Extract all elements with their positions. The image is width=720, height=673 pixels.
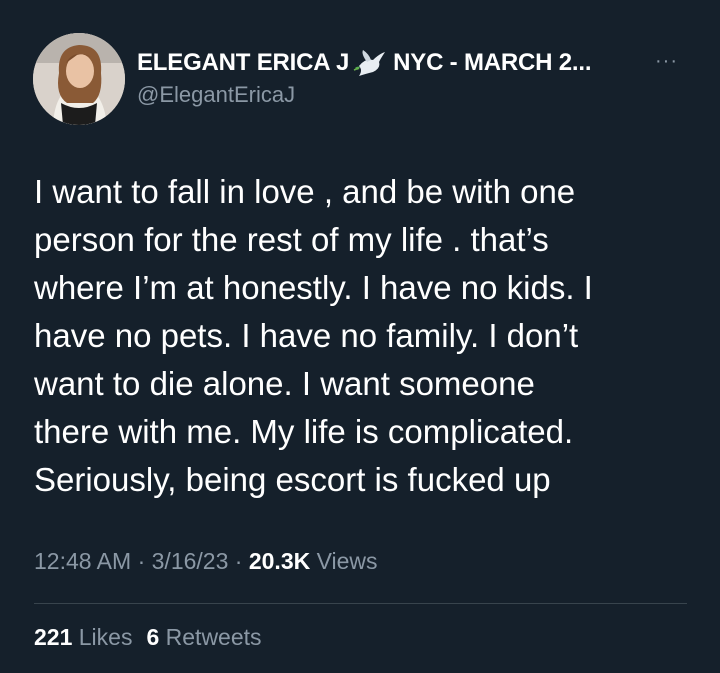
tweet-line: have no pets. I have no family. I don’t — [34, 317, 579, 354]
meta-separator: · — [228, 548, 249, 574]
tweet-line: there with me. My life is complicated. — [34, 413, 574, 450]
tweet-stats: 221 Likes 6 Retweets — [34, 624, 262, 651]
tweet-line: I want to fall in love , and be with one — [34, 173, 576, 210]
tweet-date[interactable]: 3/16/23 — [152, 548, 229, 574]
retweets-count: 6 — [146, 624, 160, 650]
likes-count: 221 — [34, 624, 73, 650]
views-label: Views — [316, 548, 378, 574]
author-display-name[interactable]: ELEGANT ERICA J NYC - MARCH 2... — [137, 48, 591, 78]
dove-icon — [353, 50, 386, 76]
likes-link[interactable]: 221 Likes — [34, 624, 132, 650]
retweets-link[interactable]: 6 Retweets — [146, 624, 261, 650]
tweet-line: Seriously, being escort is fucked up — [34, 461, 551, 498]
author-handle[interactable]: @ElegantEricaJ — [137, 82, 295, 108]
tweet-meta: 12:48 AM · 3/16/23 · 20.3K Views — [34, 548, 378, 575]
avatar[interactable] — [33, 33, 125, 125]
tweet-line: where I’m at honestly. I have no kids. I — [34, 269, 593, 306]
tweet-text: I want to fall in love , and be with one… — [34, 168, 694, 504]
tweet-line: person for the rest of my life . that’s — [34, 221, 549, 258]
likes-label: Likes — [78, 624, 133, 650]
views-count: 20.3K — [248, 548, 311, 574]
more-options-icon[interactable]: ··· — [655, 51, 678, 71]
tweet-time[interactable]: 12:48 AM — [34, 548, 131, 574]
author-name: ELEGANT ERICA J — [137, 49, 350, 76]
meta-separator: · — [131, 548, 152, 574]
tweet-line: want to die alone. I want someone — [34, 365, 535, 402]
avatar-photo — [33, 33, 125, 125]
divider — [34, 603, 687, 604]
retweets-label: Retweets — [165, 624, 262, 650]
author-name-suffix: NYC - MARCH 2... — [393, 49, 592, 76]
